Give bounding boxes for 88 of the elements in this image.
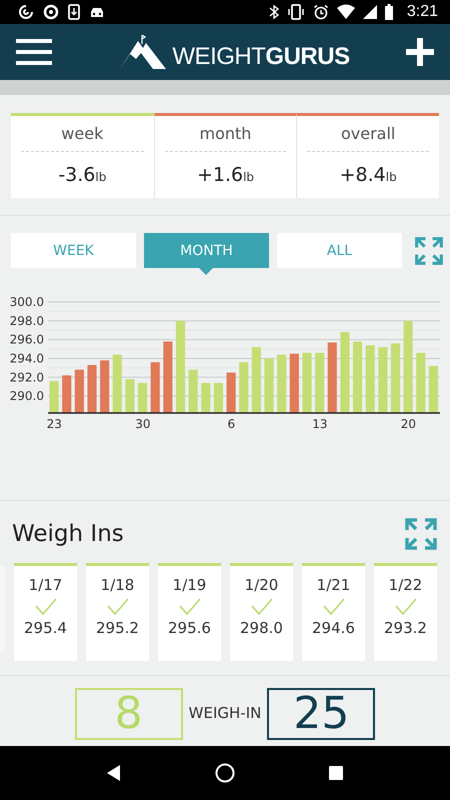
weight-bar [201, 382, 210, 413]
x-axis-label: 13 [312, 417, 328, 431]
weight-bar [352, 342, 362, 413]
weight-bar [138, 382, 148, 413]
weigh-in-date: 1/17 [28, 576, 62, 594]
x-axis-label: 30 [135, 417, 150, 431]
weigh-in-weight: 294.6 [312, 619, 355, 637]
weight-bar [302, 352, 312, 413]
record-icon [43, 4, 59, 20]
back-icon[interactable] [107, 765, 121, 781]
stat-label: week [21, 124, 144, 152]
weight-bar [163, 342, 172, 413]
logo-text: WEIGHTGURUS [172, 45, 350, 69]
weight-bar [315, 352, 324, 413]
weight-bar [277, 354, 286, 413]
clock-time: 3:21 [406, 3, 438, 21]
sync-icon [18, 4, 34, 20]
y-axis-label: 294.0 [10, 351, 44, 366]
weigh-in-card[interactable]: 1/21 294.6 [302, 563, 365, 661]
y-axis-label: 290.0 [10, 389, 44, 404]
battery-icon [384, 4, 393, 20]
stat-value: -3.6 [58, 164, 96, 186]
weight-bar [264, 358, 274, 413]
stat-unit: lb [243, 170, 254, 184]
weigh-in-weight: 293.2 [384, 619, 427, 637]
weigh-in-card[interactable]: 1/18 295.2 [86, 563, 149, 661]
y-axis-label: 296.0 [10, 332, 44, 347]
weigh-in-date: 1/20 [244, 576, 278, 594]
weight-bar [188, 370, 198, 413]
weight-bar [290, 354, 299, 413]
home-icon[interactable] [215, 763, 235, 783]
add-icon[interactable] [406, 38, 434, 66]
best-streak-value: 25 [293, 692, 350, 736]
weigh-in-date: 1/19 [172, 576, 206, 594]
stat-label: month [164, 124, 286, 152]
alarm-icon [312, 4, 329, 20]
y-axis-label: 298.0 [10, 314, 44, 328]
stat-unit: lb [95, 170, 106, 184]
section-title: Weigh Ins [12, 521, 124, 547]
stat-unit: lb [386, 170, 397, 184]
weight-bar [390, 343, 400, 413]
stat-label: overall [307, 124, 429, 152]
bluetooth-icon [268, 4, 279, 20]
x-axis-label: 23 [46, 417, 62, 431]
weight-bar [50, 381, 59, 413]
mountain-icon [120, 35, 166, 69]
weigh-in-date: 1/18 [100, 576, 134, 594]
weigh-in-weight: 298.0 [240, 619, 283, 637]
wifi-icon [336, 4, 355, 20]
weigh-in-card[interactable]: 1/17 295.4 [14, 563, 77, 661]
weight-bar [112, 354, 122, 413]
signal-icon [362, 4, 377, 20]
weigh-in-weight: 295.6 [168, 619, 211, 637]
expand-icon[interactable] [404, 517, 438, 551]
weight-bar [366, 345, 375, 413]
weigh-in-date: 1/22 [388, 576, 422, 594]
weight-bar [74, 370, 84, 413]
streak-label: WEIGH-IN [188, 704, 262, 722]
weigh-in-card[interactable]: 1/20 298.0 [230, 563, 293, 661]
weight-bar [428, 366, 438, 413]
weight-bar [378, 347, 388, 413]
x-axis-label: 20 [400, 417, 416, 431]
vibrate-icon [286, 4, 305, 20]
menu-icon[interactable] [16, 38, 52, 66]
weight-bar [87, 365, 97, 413]
tab-pointer [199, 268, 213, 275]
weigh-in-card[interactable]: 1/19 295.6 [158, 563, 221, 661]
weight-bar [239, 362, 248, 413]
weight-bar [226, 372, 236, 413]
weigh-in-card[interactable]: 1/22 293.2 [374, 563, 437, 661]
stat-value: +1.6 [196, 164, 244, 186]
download-icon [68, 4, 80, 20]
weight-bar [252, 347, 261, 413]
y-axis-label: 292.0 [10, 370, 44, 384]
weigh-in-weight: 295.4 [24, 619, 67, 637]
stat-value: +8.4 [340, 164, 386, 186]
weight-bar [214, 382, 224, 413]
x-axis-label: 6 [228, 417, 236, 431]
weight-bar [125, 379, 135, 413]
weight-bar [416, 352, 426, 413]
weigh-in-weight: 295.2 [96, 619, 139, 637]
weight-bar [150, 362, 160, 413]
weight-bar [328, 342, 337, 413]
y-axis-label: 300.0 [10, 295, 44, 309]
weight-bar [62, 375, 72, 413]
weigh-in-date: 1/21 [316, 576, 350, 594]
weight-bar [100, 360, 110, 413]
current-streak-value: 8 [114, 692, 143, 736]
